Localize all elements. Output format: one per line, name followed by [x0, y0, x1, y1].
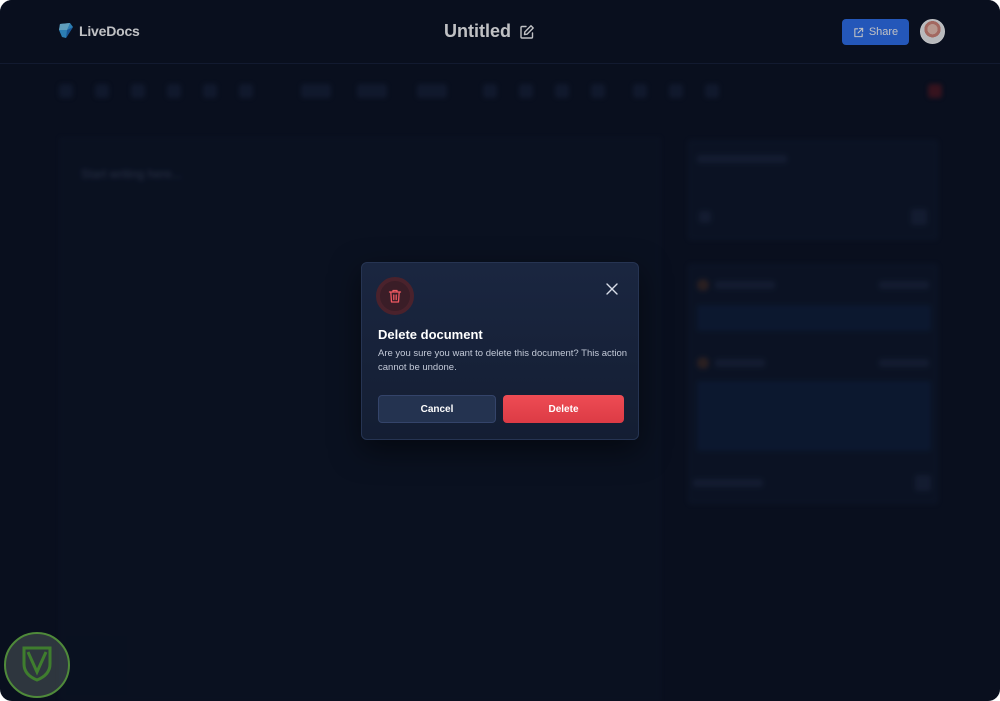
trash-icon: [388, 289, 402, 303]
app-window: LiveDocs Untitled Share Start writing he…: [0, 0, 1000, 701]
delete-button[interactable]: Delete: [503, 395, 624, 423]
cancel-button[interactable]: Cancel: [378, 395, 496, 423]
dialog-message: Are you sure you want to delete this doc…: [378, 348, 628, 373]
trash-icon-badge: [376, 277, 414, 315]
watermark-logo: [4, 632, 70, 698]
dialog-title: Delete document: [378, 327, 483, 342]
close-icon[interactable]: [605, 282, 619, 296]
delete-document-dialog: Delete document Are you sure you want to…: [361, 262, 639, 440]
shield-icon: [22, 646, 52, 682]
